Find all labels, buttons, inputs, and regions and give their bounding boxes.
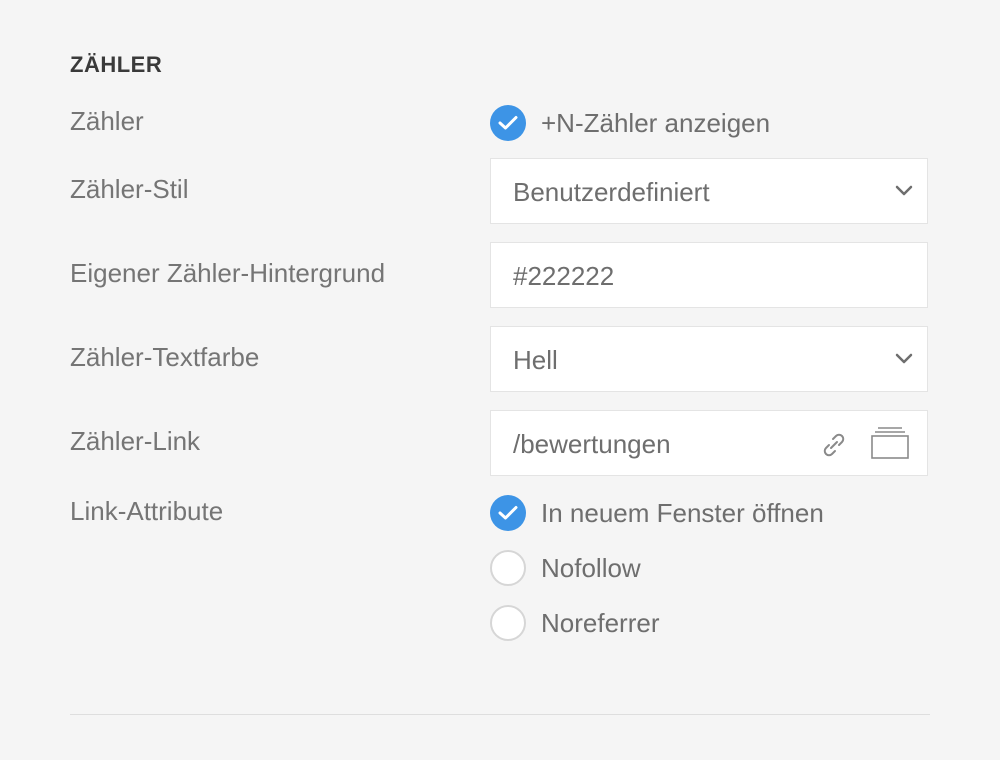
noreferrer-label: Noreferrer [541, 607, 660, 638]
counter-link-value: /bewertungen [513, 429, 671, 459]
counter-text-color-label: Zähler-Textfarbe [70, 342, 260, 372]
noreferrer-checkbox[interactable]: Noreferrer [490, 605, 659, 641]
unchecked-circle-icon[interactable] [490, 605, 526, 641]
counter-style-label: Zähler-Stil [70, 174, 189, 204]
counter-label: Zähler [70, 106, 144, 136]
counter-background-value: #222222 [513, 261, 615, 291]
checkmark-icon[interactable] [490, 105, 526, 141]
counter-checkbox[interactable]: +N-Zähler anzeigen [490, 105, 770, 141]
counter-style-value: Benutzerdefiniert [513, 177, 710, 207]
checkmark-icon[interactable] [490, 495, 526, 531]
counter-text-color-select[interactable]: Hell [490, 326, 928, 392]
counter-text-color-value: Hell [513, 345, 558, 375]
counter-background-input[interactable]: #222222 [490, 242, 928, 308]
link-icon[interactable] [819, 430, 849, 460]
chevron-down-icon [895, 185, 913, 196]
counter-link-label: Zähler-Link [70, 426, 201, 456]
nofollow-checkbox[interactable]: Nofollow [490, 550, 641, 586]
link-attributes-label: Link-Attribute [70, 496, 224, 526]
counter-style-select[interactable]: Benutzerdefiniert [490, 158, 928, 224]
counter-link-input[interactable]: /bewertungen [490, 410, 928, 476]
counter-checkbox-label: +N-Zähler anzeigen [541, 107, 771, 138]
counter-background-label: Eigener Zähler-Hintergrund [70, 258, 386, 288]
new-window-label: In neuem Fenster öffnen [541, 497, 824, 528]
section-divider [70, 714, 930, 715]
new-window-checkbox[interactable]: In neuem Fenster öffnen [490, 495, 824, 531]
media-library-icon[interactable] [871, 426, 909, 460]
section-title: ZÄHLER [70, 52, 163, 77]
nofollow-label: Nofollow [541, 552, 641, 583]
chevron-down-icon [895, 353, 913, 364]
unchecked-circle-icon[interactable] [490, 550, 526, 586]
